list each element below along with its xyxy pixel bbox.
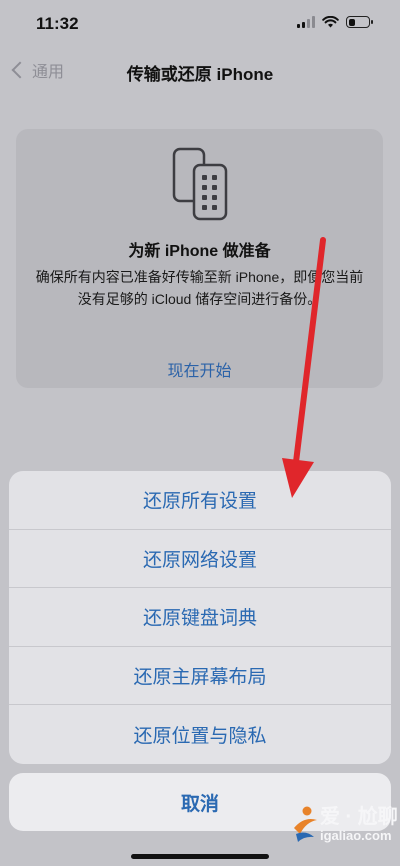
transfer-phones-icon [172,147,228,221]
reset-action-sheet: 还原所有设置 还原网络设置 还原键盘词典 还原主屏幕布局 还原位置与隐私 [9,471,391,764]
runner-logo-icon [294,806,317,842]
watermark-name: 爱 · 尬聊 [320,806,398,828]
prepare-title: 为新 iPhone 做准备 [128,243,271,260]
watermark: 爱 · 尬聊 igaliao.com [290,800,400,856]
nav-bar: 通用 传输或还原 iPhone [0,52,400,92]
reset-home-screen-layout-button[interactable]: 还原主屏幕布局 [9,647,391,706]
wifi-icon [322,16,339,28]
reset-location-privacy-button[interactable]: 还原位置与隐私 [9,705,391,764]
status-time: 11:32 [36,14,79,33]
home-indicator [131,854,269,859]
reset-keyboard-dictionary-button[interactable]: 还原键盘词典 [9,588,391,647]
cellular-signal-icon [297,16,315,28]
page-title: 传输或还原 iPhone [126,65,274,84]
status-bar: 11:32 [0,0,400,48]
reset-network-settings-button[interactable]: 还原网络设置 [9,530,391,589]
start-now-button[interactable]: 现在开始 [16,357,383,381]
reset-all-settings-button[interactable]: 还原所有设置 [9,471,391,530]
prepare-description: 确保所有内容已准备好传输至新 iPhone，即便您当前没有足够的 iCloud … [35,269,364,307]
status-icons [297,16,373,28]
prepare-card: 为新 iPhone 做准备 确保所有内容已准备好传输至新 iPhone，即便您当… [16,129,383,388]
watermark-url: igaliao.com [320,828,392,843]
battery-icon [346,16,373,28]
